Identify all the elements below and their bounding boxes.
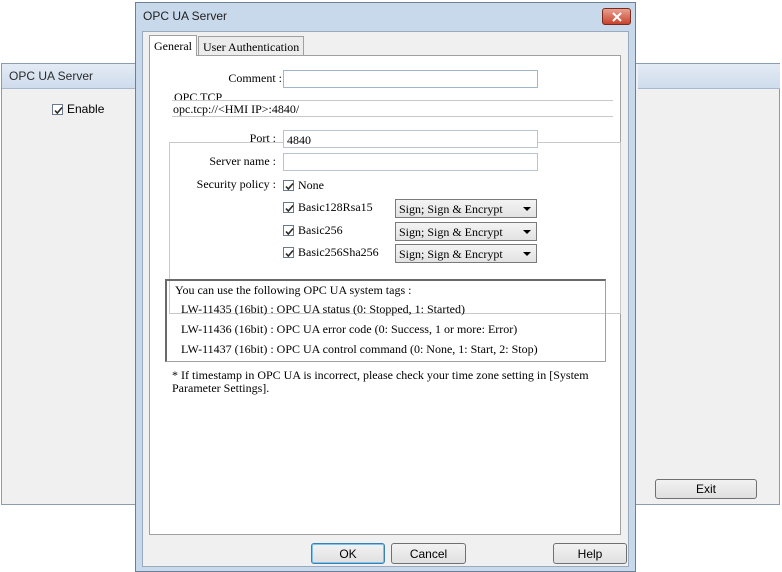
policy-basic256-checkbox[interactable] [283,225,294,236]
general-tab-panel: Comment : OPC TCP opc.tcp://<HMI IP>:484… [149,55,621,535]
checkmark-icon [54,106,63,114]
policy-basic256-mode: Sign; Sign & Encrypt [399,225,503,239]
system-tags-box: You can use the following OPC UA system … [165,279,606,362]
background-title-bar-right [638,64,780,89]
ok-button[interactable]: OK [311,543,385,564]
timestamp-note: * If timestamp in OPC UA is incorrect, p… [172,368,589,395]
comment-field[interactable] [283,70,538,88]
port-field[interactable]: 4840 [283,130,538,148]
policy-basic128rsa15-checkbox[interactable] [283,202,294,213]
opc-ua-server-dialog: OPC UA Server General User Authenticatio… [135,2,636,572]
policy-basic256-mode-select[interactable]: Sign; Sign & Encrypt [395,222,537,241]
policy-basic256sha256-mode: Sign; Sign & Encrypt [399,247,503,261]
background-title-bar: OPC UA Server [2,64,136,89]
policy-basic256sha256-label: Basic256Sha256 [298,245,379,259]
checkmark-icon [285,204,294,213]
dialog-title: OPC UA Server [143,9,228,23]
system-tag-line: LW-11435 (16bit) : OPC UA status (0: Sto… [181,302,465,316]
policy-basic128rsa15-row[interactable]: Basic128Rsa15 [283,200,373,215]
checkmark-icon [285,227,294,236]
policy-basic128rsa15-label: Basic128Rsa15 [298,200,373,214]
tab-general[interactable]: General [149,35,197,56]
checkmark-icon [285,182,294,191]
checkmark-icon [285,249,294,258]
security-policy-label: Security policy : [196,177,276,191]
server-name-field[interactable] [283,153,538,171]
enable-checkbox-row[interactable]: Enable [52,102,104,116]
close-button[interactable] [602,8,631,25]
chevron-down-icon [523,230,531,234]
cancel-button[interactable]: Cancel [391,543,466,564]
url-row: opc.tcp://<HMI IP>:4840/ [172,100,613,117]
policy-basic256sha256-row[interactable]: Basic256Sha256 [283,245,379,260]
chevron-down-icon [523,207,531,211]
policy-basic256sha256-checkbox[interactable] [283,247,294,258]
policy-none-label: None [298,178,324,192]
help-button[interactable]: Help [553,543,627,564]
policy-basic256-row[interactable]: Basic256 [283,223,343,238]
policy-basic128rsa15-mode: Sign; Sign & Encrypt [399,202,503,216]
close-icon [611,11,622,22]
policy-none-checkbox[interactable] [283,180,294,191]
chevron-down-icon [523,252,531,256]
policy-basic256-label: Basic256 [298,223,343,237]
enable-checkbox[interactable] [52,103,63,115]
system-tags-intro: You can use the following OPC UA system … [175,283,412,297]
policy-basic256sha256-mode-select[interactable]: Sign; Sign & Encrypt [395,244,537,263]
dialog-body: General User Authentication Comment : OP… [142,31,629,567]
system-tag-line: LW-11437 (16bit) : OPC UA control comman… [181,342,538,356]
policy-none-row[interactable]: None [283,178,324,193]
comment-label: Comment : [228,71,282,85]
exit-button[interactable]: Exit [655,479,757,499]
opc-tcp-url: opc.tcp://<HMI IP>:4840/ [173,102,300,116]
enable-label: Enable [67,102,105,116]
tab-user-authentication[interactable]: User Authentication [198,36,305,55]
policy-basic128rsa15-mode-select[interactable]: Sign; Sign & Encrypt [395,199,537,218]
server-name-label: Server name : [209,154,276,168]
background-window-title: OPC UA Server [9,69,94,83]
port-label: Port : [249,131,276,145]
system-tag-line: LW-11436 (16bit) : OPC UA error code (0:… [181,322,518,336]
